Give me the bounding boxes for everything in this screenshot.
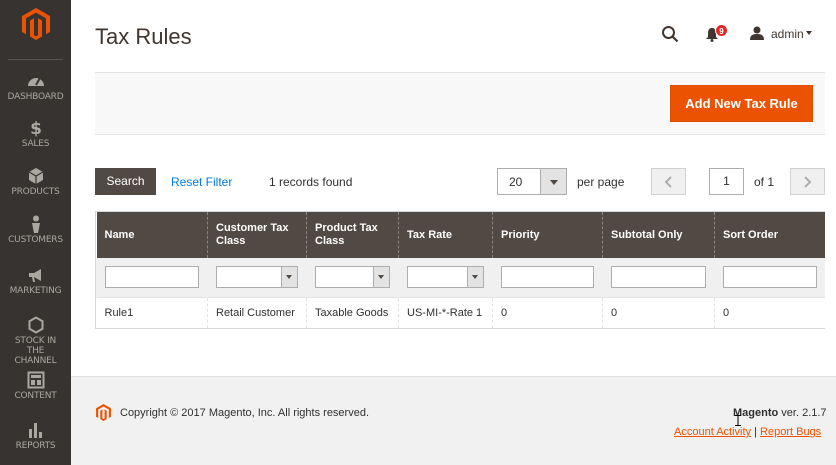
column-header-product-tax-class[interactable]: Product Tax Class (306, 212, 399, 258)
sidebar-item-stock-in-the-channel[interactable]: STOCK IN THE CHANNEL (0, 316, 71, 366)
chevron-down-icon (373, 267, 389, 288)
filter-sort-order-input[interactable] (723, 266, 817, 289)
sidebar-item-label: CONTENT (14, 391, 57, 401)
page-total: of 1 (754, 175, 775, 189)
previous-page-button[interactable] (651, 168, 686, 195)
magento-logo-icon (96, 404, 111, 421)
table-row[interactable]: Rule1 Retail Customer Taxable Goods US-M… (96, 296, 825, 328)
filter-priority-input[interactable] (501, 266, 594, 289)
sidebar-item-products[interactable]: PRODUCTS (0, 167, 71, 197)
sidebar-item-label: REPORTS (15, 441, 56, 451)
sidebar-item-label: STOCK IN THE CHANNEL (14, 336, 57, 366)
text-cursor-icon (735, 415, 741, 426)
sidebar: DASHBOARD $ SALES PRODUCTS CUSTOMERS MAR… (0, 0, 71, 465)
filter-product-tax-class-select[interactable] (315, 266, 390, 289)
reset-filter-link[interactable]: Reset Filter (171, 175, 232, 189)
search-icon[interactable] (661, 25, 679, 43)
svg-text:$: $ (30, 119, 42, 137)
tax-rules-grid: Name Customer Tax Class Product Tax Clas… (95, 211, 825, 329)
column-header-tax-rate[interactable]: Tax Rate (398, 212, 493, 258)
sidebar-item-label: CUSTOMERS (8, 235, 63, 245)
chevron-down-icon (467, 267, 483, 288)
chevron-right-icon (804, 176, 812, 188)
account-activity-link[interactable]: Account Activity (674, 426, 751, 438)
cell-tax-rate: US-MI-*-Rate 1 (398, 296, 493, 328)
magento-logo-icon[interactable] (22, 8, 50, 40)
sidebar-item-dashboard[interactable]: DASHBOARD (0, 72, 71, 102)
copyright-text: Copyright © 2017 Magento, Inc. All right… (120, 407, 370, 419)
filter-customer-tax-class-select[interactable] (216, 266, 298, 289)
link-separator: | (754, 426, 757, 438)
sidebar-item-sales[interactable]: $ SALES (0, 119, 71, 149)
bar-chart-icon (28, 423, 42, 438)
sidebar-divider (8, 59, 63, 60)
megaphone-icon (28, 269, 41, 282)
dollar-icon: $ (30, 119, 42, 137)
box-icon (28, 168, 43, 184)
page-number-input[interactable]: 1 (709, 168, 744, 195)
per-page-value: 20 (509, 175, 523, 189)
version-text: Magento ver. 2.1.7 (733, 407, 827, 419)
records-found-count: 1 records found (269, 175, 353, 189)
cell-sort-order: 0 (714, 296, 825, 328)
chevron-down-icon[interactable] (806, 31, 812, 35)
per-page-dropdown-button[interactable] (540, 169, 566, 194)
cell-name: Rule1 (96, 296, 208, 328)
footer (71, 376, 836, 465)
search-button[interactable]: Search (95, 168, 156, 195)
filter-tax-rate-select[interactable] (407, 266, 484, 289)
filter-subtotal-only-input[interactable] (611, 266, 706, 289)
report-bugs-link[interactable]: Report Bugs (760, 426, 821, 438)
column-header-subtotal-only[interactable]: Subtotal Only (602, 212, 715, 258)
sidebar-item-customers[interactable]: CUSTOMERS (0, 215, 71, 245)
per-page-label: per page (577, 175, 625, 189)
user-icon[interactable] (750, 26, 764, 40)
person-icon (31, 215, 40, 233)
footer-links: Account Activity | Report Bugs (674, 426, 821, 438)
column-header-sort-order[interactable]: Sort Order (714, 212, 825, 258)
sidebar-item-label: DASHBOARD (7, 92, 64, 102)
sidebar-item-reports[interactable]: REPORTS (0, 421, 71, 451)
column-header-name[interactable]: Name (96, 212, 208, 258)
sidebar-item-label: PRODUCTS (11, 187, 60, 197)
page-title: Tax Rules (95, 24, 192, 49)
admin-user-menu[interactable]: admin (771, 27, 804, 41)
dashboard-icon (27, 77, 44, 86)
add-new-tax-rule-button[interactable]: Add New Tax Rule (670, 85, 813, 122)
layout-icon (27, 371, 44, 389)
sidebar-item-marketing[interactable]: MARKETING (0, 266, 71, 296)
cell-product-tax-class: Taxable Goods (306, 296, 399, 328)
cell-subtotal-only: 0 (602, 296, 715, 328)
filter-row (96, 258, 825, 297)
sidebar-item-label: MARKETING (9, 286, 62, 296)
column-header-customer-tax-class[interactable]: Customer Tax Class (207, 212, 307, 258)
hexagon-icon (28, 316, 43, 334)
next-page-button[interactable] (790, 168, 825, 195)
column-header-priority[interactable]: Priority (492, 212, 603, 258)
notification-badge[interactable]: 9 (715, 24, 728, 37)
cell-customer-tax-class: Retail Customer (207, 296, 307, 328)
filter-name-input[interactable] (105, 266, 199, 289)
sidebar-item-content[interactable]: CONTENT (0, 371, 71, 401)
chevron-left-icon (664, 176, 672, 188)
chevron-down-icon (281, 267, 297, 288)
version-number: ver. 2.1.7 (778, 407, 827, 419)
cell-priority: 0 (492, 296, 603, 328)
sidebar-item-label: SALES (21, 139, 50, 149)
